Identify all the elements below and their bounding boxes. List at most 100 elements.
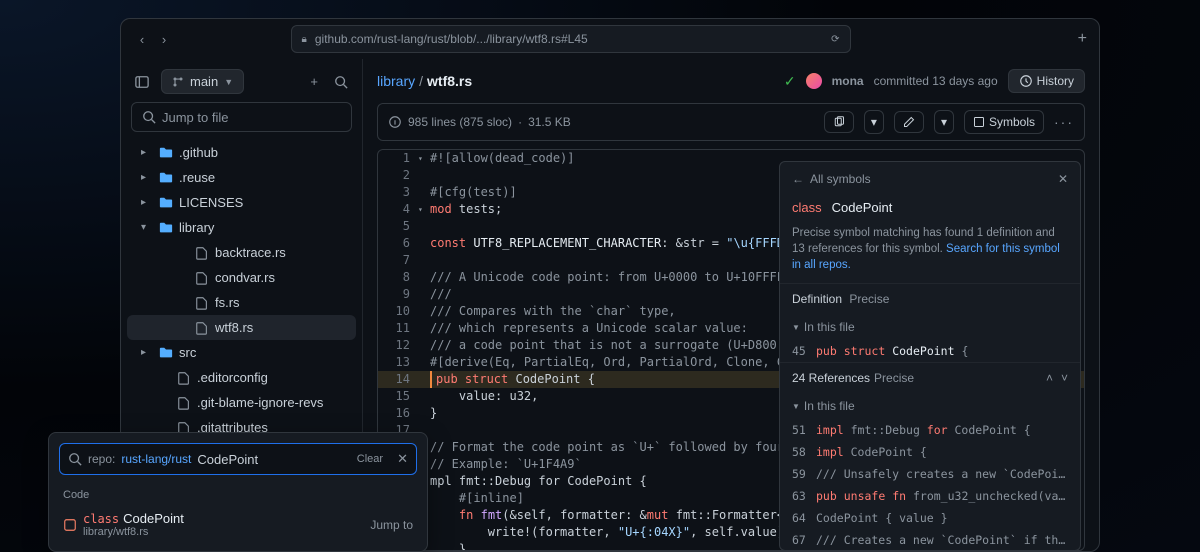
history-button[interactable]: History <box>1008 69 1085 93</box>
symbol-kind: class <box>792 200 822 215</box>
fold-icon <box>418 337 430 354</box>
url-bar[interactable]: 🔒︎ github.com/rust-lang/rust/blob/.../li… <box>291 25 851 53</box>
search-files-icon[interactable] <box>330 71 352 93</box>
lock-icon: 🔒︎ <box>302 34 307 45</box>
line-number: 13 <box>378 354 418 371</box>
panel-back-label[interactable]: All symbols <box>810 172 871 186</box>
browser-toolbar: ‹ › 🔒︎ github.com/rust-lang/rust/blob/..… <box>121 19 1099 59</box>
symbols-button[interactable]: Symbols <box>964 110 1044 134</box>
close-icon[interactable]: ✕ <box>1058 172 1068 186</box>
line-number: 12 <box>378 337 418 354</box>
breadcrumb-dir[interactable]: library <box>377 73 415 89</box>
refs-in-file[interactable]: ▼ In this file <box>780 393 1080 419</box>
chevron-icon: ▸ <box>141 197 153 208</box>
folder-icon <box>159 171 173 185</box>
commit-meta: committed 13 days ago <box>874 74 998 88</box>
search-scope: rust-lang/rust <box>121 452 191 466</box>
tree-file[interactable]: condvar.rs <box>121 265 362 290</box>
add-file-icon[interactable]: + <box>306 70 322 93</box>
tree-item-label: src <box>179 345 196 360</box>
jump-to-file-input[interactable]: Jump to file <box>131 102 352 132</box>
copy-button[interactable] <box>824 111 854 133</box>
branch-name: main <box>190 74 218 89</box>
branch-icon <box>172 76 184 88</box>
line-number: 10 <box>378 303 418 320</box>
new-tab-icon[interactable]: + <box>1078 30 1087 48</box>
reference-row[interactable]: 59/// Unsafely creates a new `CodePoint`… <box>780 463 1080 485</box>
file-icon <box>195 246 209 260</box>
fold-icon <box>418 167 430 184</box>
search-result[interactable]: classCodePoint library/wtf8.rs Jump to <box>49 505 427 544</box>
status-check-icon[interactable]: ✓ <box>784 73 796 90</box>
search-icon <box>68 452 82 466</box>
edit-button[interactable] <box>894 111 924 133</box>
definition-label: Definition <box>792 292 842 306</box>
copy-dropdown[interactable]: ▾ <box>864 110 884 134</box>
tree-item-label: wtf8.rs <box>215 320 253 335</box>
search-panel: repo:rust-lang/rust CodePoint Clear ✕ Co… <box>48 432 428 552</box>
folder-icon <box>159 146 173 160</box>
fold-icon <box>418 320 430 337</box>
back-arrow-icon[interactable]: ← <box>792 172 804 186</box>
panel-description: Precise symbol matching has found 1 defi… <box>780 225 1080 283</box>
branch-select[interactable]: main ▼ <box>161 69 244 94</box>
avatar[interactable] <box>806 73 822 89</box>
fold-icon[interactable]: ▾ <box>418 201 430 218</box>
search-clear[interactable]: Clear <box>357 453 383 465</box>
symbol-panel: ← All symbols ✕ class CodePoint Precise … <box>779 161 1081 551</box>
fold-icon <box>418 235 430 252</box>
tree-file[interactable]: .editorconfig <box>121 365 362 390</box>
commit-author[interactable]: mona <box>832 74 864 88</box>
panel-in-file[interactable]: ▼ In this file <box>780 314 1080 340</box>
nav-back-icon[interactable]: ‹ <box>133 30 151 48</box>
symbols-icon <box>973 116 985 128</box>
chevron-icon: ▸ <box>141 147 153 158</box>
tree-file[interactable]: fs.rs <box>121 290 362 315</box>
references-sub: Precise <box>874 371 914 385</box>
line-number: 11 <box>378 320 418 337</box>
tree-folder[interactable]: ▸.reuse <box>121 165 362 190</box>
search-input[interactable]: repo:rust-lang/rust CodePoint Clear ✕ <box>59 443 417 475</box>
tree-item-label: fs.rs <box>215 295 240 310</box>
chevron-down-icon: ▼ <box>792 402 800 411</box>
tree-folder[interactable]: ▸ .github <box>121 140 362 165</box>
reference-row[interactable]: 58impl CodePoint { <box>780 441 1080 463</box>
symbol-name: CodePoint <box>832 200 893 215</box>
reload-icon[interactable]: ⟳ <box>831 34 839 45</box>
chevron-icon: ▾ <box>141 222 153 233</box>
fold-icon <box>418 252 430 269</box>
line-count: 985 lines (875 sloc) <box>408 115 512 129</box>
fold-icon <box>418 388 430 405</box>
reference-row[interactable]: 64CodePoint { value } <box>780 507 1080 529</box>
line-number: 8 <box>378 269 418 286</box>
tree-file[interactable]: backtrace.rs <box>121 240 362 265</box>
line-number: 16 <box>378 405 418 422</box>
reference-row[interactable]: 63pub unsafe fn from_u32_unchecked(value… <box>780 485 1080 507</box>
line-number: 1 <box>378 150 418 167</box>
tree-file[interactable]: wtf8.rs <box>127 315 356 340</box>
nav-forward-icon[interactable]: › <box>155 30 173 48</box>
history-icon <box>1019 74 1033 88</box>
reference-row[interactable]: 67/// Creates a new `CodePoint` if the v… <box>780 529 1080 551</box>
reference-row[interactable]: 51impl fmt::Debug for CodePoint { <box>780 419 1080 441</box>
definition-row[interactable]: 45 pub struct CodePoint { <box>780 340 1080 362</box>
ref-prev-icon[interactable]: ˄ <box>1046 371 1053 385</box>
ref-next-icon[interactable]: ˅ <box>1061 371 1068 385</box>
edit-dropdown[interactable]: ▾ <box>934 110 954 134</box>
tree-item-label: .github <box>179 145 218 160</box>
tree-item-label: condvar.rs <box>215 270 275 285</box>
tree-folder[interactable]: ▸src <box>121 340 362 365</box>
jump-to-action[interactable]: Jump to <box>370 518 413 532</box>
search-close-icon[interactable]: ✕ <box>397 451 408 467</box>
chevron-icon: ▸ <box>141 172 153 183</box>
more-actions-icon[interactable]: ··· <box>1054 114 1074 130</box>
tree-folder[interactable]: ▾library <box>121 215 362 240</box>
breadcrumb-file: wtf8.rs <box>427 73 472 89</box>
tree-file[interactable]: .git-blame-ignore-revs <box>121 390 362 415</box>
line-number: 3 <box>378 184 418 201</box>
fold-icon[interactable]: ▾ <box>418 150 430 167</box>
file-icon <box>195 296 209 310</box>
url-text: github.com/rust-lang/rust/blob/.../libra… <box>315 32 588 46</box>
tree-folder[interactable]: ▸LICENSES <box>121 190 362 215</box>
sidebar-toggle-icon[interactable] <box>131 71 153 93</box>
